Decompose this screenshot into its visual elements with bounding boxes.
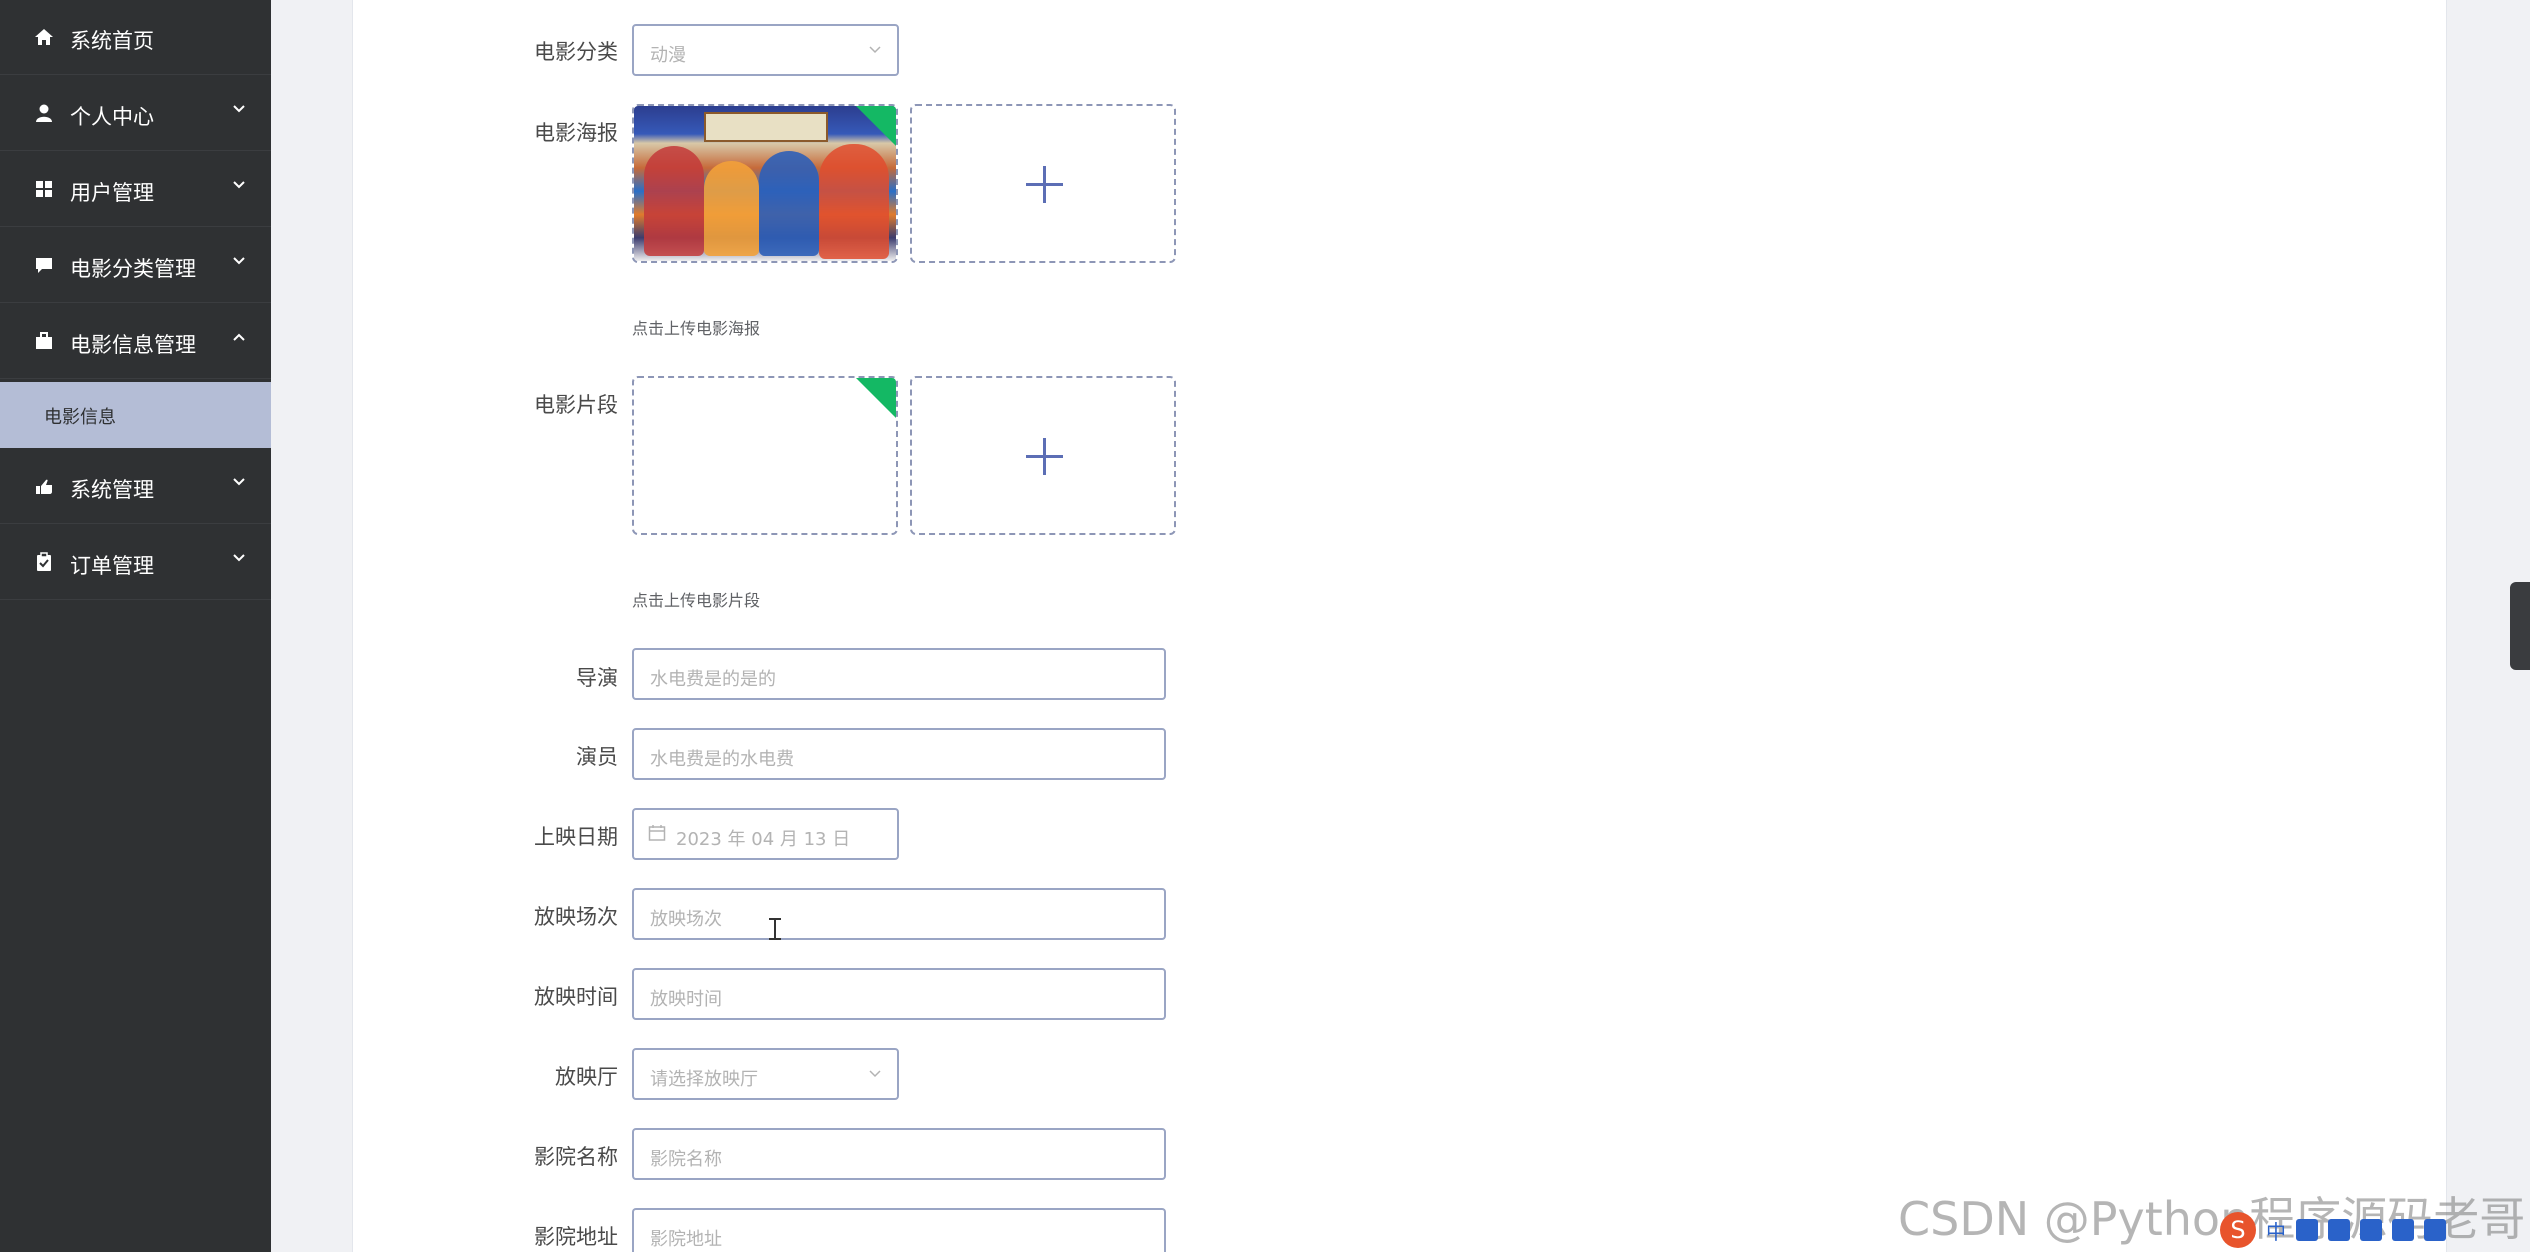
label-category: 电影分类 — [534, 40, 618, 64]
poster-hint: 点击上传电影海报 — [632, 319, 761, 338]
cinema-address-input[interactable]: 影院地址 — [632, 1208, 1166, 1252]
cinema-name-input[interactable]: 影院名称 — [632, 1128, 1166, 1180]
briefcase-icon — [36, 332, 52, 349]
menu-item-orders[interactable]: 订单管理 — [0, 525, 271, 600]
label-screening: 放映场次 — [534, 905, 618, 929]
submenu-item-movie-info[interactable]: 电影信息 — [0, 382, 271, 448]
label-director: 导演 — [576, 666, 618, 690]
ime-toolbar: S 中 — [2220, 1212, 2446, 1248]
upload-success-badge — [856, 106, 896, 146]
chevron-up-icon — [233, 333, 245, 341]
show-time-input[interactable]: 放映时间 — [632, 968, 1166, 1020]
menu-label-system: 系统管理 — [70, 478, 154, 502]
chevron-down-icon — [233, 478, 245, 486]
show-time-placeholder: 放映时间 — [650, 989, 722, 1010]
menu-item-movie-category[interactable]: 电影分类管理 — [0, 228, 271, 303]
ime-keyboard-icon[interactable] — [2360, 1219, 2382, 1241]
clip-thumbnail[interactable] — [632, 376, 898, 535]
director-input[interactable]: 水电费是的是的 — [632, 648, 1166, 700]
text-cursor-icon — [774, 918, 776, 940]
screening-placeholder: 放映场次 — [650, 909, 722, 930]
home-icon — [35, 29, 53, 45]
calendar-icon — [648, 825, 666, 841]
side-toggle-tab[interactable] — [2510, 582, 2530, 670]
menu-item-system[interactable]: 系统管理 — [0, 449, 271, 524]
ime-skin-icon[interactable] — [2392, 1219, 2414, 1241]
chevron-down-icon — [233, 181, 245, 189]
release-date-picker[interactable]: 2023 年 04 月 13 日 — [632, 808, 899, 860]
ime-voice-icon[interactable] — [2328, 1219, 2350, 1241]
label-release-date: 上映日期 — [534, 825, 618, 849]
chat-icon — [36, 258, 52, 273]
user-icon — [36, 104, 52, 122]
grid-icon — [36, 181, 52, 197]
cinema-address-placeholder: 影院地址 — [650, 1229, 722, 1250]
menu-label-movie-category: 电影分类管理 — [70, 257, 196, 281]
label-cinema-name: 影院名称 — [534, 1145, 618, 1169]
release-date-value: 2023 年 04 月 13 日 — [676, 829, 851, 850]
sidebar: 系统首页 个人中心 用户管理 电影分类管理 电影信息管理 电影信息 系统管理 订… — [0, 0, 271, 1252]
menu-label-users: 用户管理 — [70, 181, 154, 205]
screening-input[interactable]: 放映场次 — [632, 888, 1166, 940]
poster-upload-button[interactable] — [910, 104, 1176, 263]
menu-item-movie-info[interactable]: 电影信息管理 — [0, 304, 271, 379]
hand-icon — [36, 479, 52, 494]
menu-item-home[interactable]: 系统首页 — [0, 0, 271, 75]
chevron-down-icon — [233, 554, 245, 562]
clipboard-icon — [37, 552, 51, 571]
chevron-down-icon — [233, 257, 245, 265]
cinema-name-placeholder: 影院名称 — [650, 1149, 722, 1170]
label-cinema-address: 影院地址 — [534, 1225, 618, 1249]
menu-item-users[interactable]: 用户管理 — [0, 152, 271, 227]
menu-label-home: 系统首页 — [70, 29, 154, 53]
chevron-down-icon — [869, 46, 881, 54]
actors-value: 水电费是的水电费 — [650, 749, 794, 770]
menu-label-movie-info: 电影信息管理 — [70, 333, 196, 357]
ime-tools-icon[interactable] — [2424, 1219, 2446, 1241]
page-gutter-left — [271, 0, 353, 1252]
menu-label-personal: 个人中心 — [70, 105, 154, 129]
label-show-time: 放映时间 — [534, 985, 618, 1009]
upload-success-badge — [856, 378, 896, 418]
hall-placeholder: 请选择放映厅 — [650, 1069, 758, 1090]
director-value: 水电费是的是的 — [650, 669, 776, 690]
chevron-down-icon — [233, 105, 245, 113]
label-hall: 放映厅 — [555, 1065, 618, 1089]
label-poster: 电影海报 — [534, 121, 618, 145]
ime-logo-icon[interactable]: S — [2220, 1212, 2256, 1248]
poster-thumbnail[interactable] — [632, 104, 898, 263]
actors-input[interactable]: 水电费是的水电费 — [632, 728, 1166, 780]
clip-hint: 点击上传电影片段 — [632, 591, 761, 610]
clip-upload-button[interactable] — [910, 376, 1176, 535]
ime-mode[interactable]: 中 — [2266, 1216, 2286, 1245]
label-actors: 演员 — [576, 745, 618, 769]
category-select[interactable]: 动漫 — [632, 24, 899, 76]
category-value: 动漫 — [650, 45, 686, 66]
ime-punctuation-icon[interactable] — [2296, 1219, 2318, 1241]
submenu-label: 电影信息 — [44, 407, 116, 428]
menu-item-personal[interactable]: 个人中心 — [0, 76, 271, 151]
menu-label-orders: 订单管理 — [70, 554, 154, 578]
hall-select[interactable]: 请选择放映厅 — [632, 1048, 899, 1100]
label-clip: 电影片段 — [534, 393, 618, 417]
chevron-down-icon — [869, 1070, 881, 1078]
